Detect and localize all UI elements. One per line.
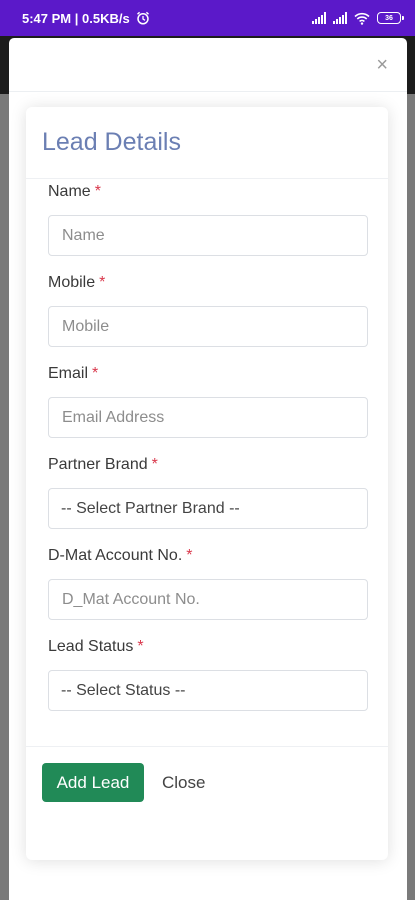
name-group: Name * xyxy=(48,182,368,256)
mobile-input[interactable] xyxy=(48,306,368,347)
partner-brand-group: Partner Brand * -- Select Partner Brand -… xyxy=(48,455,368,529)
required-mark: * xyxy=(99,274,106,291)
lead-details-card: Lead Details Name* Mobile* Email* Partne… xyxy=(26,107,388,860)
partner-brand-label: Partner Brand xyxy=(48,456,148,473)
lead-status-label: Lead Status xyxy=(48,638,134,655)
partner-brand-selected: -- Select Partner Brand -- xyxy=(61,499,240,517)
status-bar: 5:47 PM | 0.5KB/s 36 xyxy=(0,0,415,36)
required-mark: * xyxy=(186,547,193,564)
status-time: 5:47 PM | 0.5KB/s xyxy=(22,10,130,26)
status-right: 36 xyxy=(312,12,404,25)
alarm-clock-icon xyxy=(136,11,149,25)
required-mark: * xyxy=(137,638,144,655)
dmat-account-input[interactable] xyxy=(48,579,368,620)
lead-status-select[interactable]: -- Select Status -- xyxy=(48,670,368,711)
card-footer-divider xyxy=(26,746,388,747)
partner-brand-select[interactable]: -- Select Partner Brand -- xyxy=(48,488,368,529)
page-title: Lead Details xyxy=(42,128,181,156)
email-input[interactable] xyxy=(48,397,368,438)
battery-icon: 36 xyxy=(377,12,404,24)
wifi-icon xyxy=(354,12,370,25)
battery-level: 36 xyxy=(385,14,393,22)
modal-header-divider xyxy=(9,91,407,92)
dmat-account-label: D-Mat Account No. xyxy=(48,547,183,564)
required-mark: * xyxy=(151,456,158,473)
mobile-group: Mobile * xyxy=(48,273,368,347)
required-mark: * xyxy=(92,365,99,382)
email-label: Email xyxy=(48,365,89,382)
close-icon[interactable]: × xyxy=(376,55,388,75)
email-group: Email * xyxy=(48,364,368,438)
lead-status-group: Lead Status * -- Select Status -- xyxy=(48,637,368,711)
required-mark: * xyxy=(94,183,101,200)
signal-icon xyxy=(312,12,326,24)
lead-modal: × Lead Details Name* Mobile* Email* Part… xyxy=(9,38,407,900)
name-input[interactable] xyxy=(48,215,368,256)
lead-status-selected: -- Select Status -- xyxy=(61,681,186,699)
add-lead-button[interactable]: Add Lead xyxy=(42,763,144,802)
status-left: 5:47 PM | 0.5KB/s xyxy=(22,11,150,26)
mobile-label: Mobile xyxy=(48,274,96,291)
close-button[interactable]: Close xyxy=(156,763,211,802)
dmat-account-group: D-Mat Account No. * xyxy=(48,546,368,620)
name-label: Name xyxy=(48,183,91,200)
card-header: Lead Details xyxy=(26,107,388,179)
signal-icon-2 xyxy=(333,12,347,24)
